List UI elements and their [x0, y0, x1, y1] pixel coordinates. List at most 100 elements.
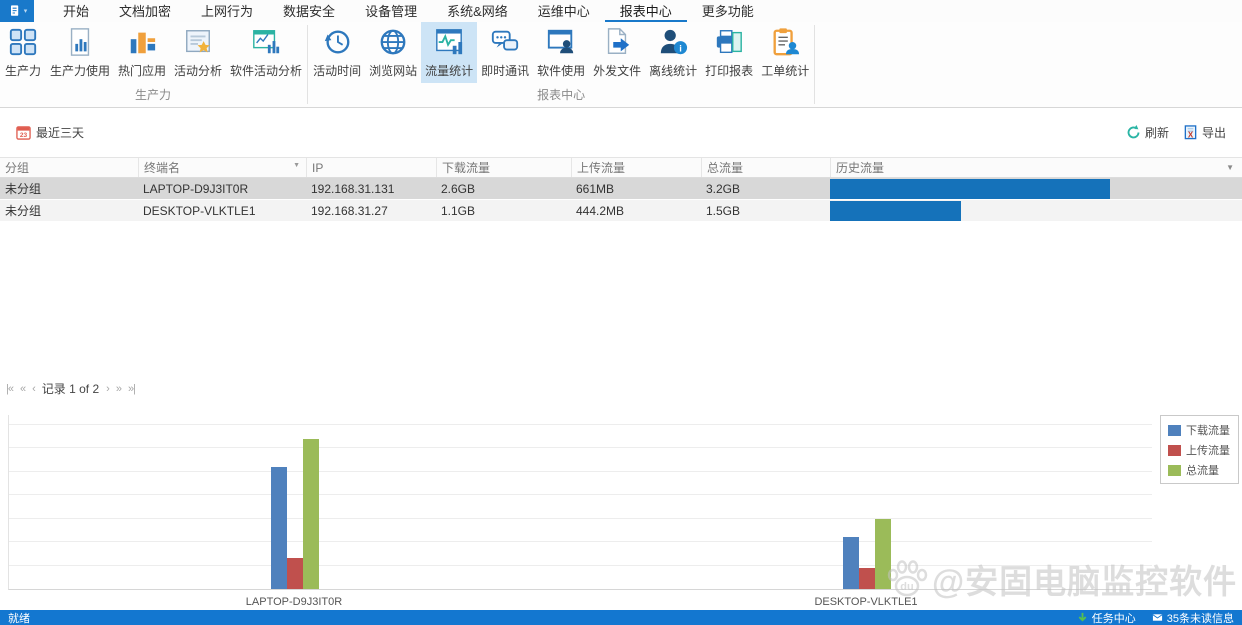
chart-gridline — [9, 517, 1152, 519]
chart-category-label: LAPTOP-D9J3IT0R — [245, 596, 343, 608]
menu-tab[interactable]: 系统&网络 — [432, 0, 523, 22]
column-header-label: 上传流量 — [577, 161, 626, 175]
table-row[interactable]: 未分组 LAPTOP-D9J3IT0R 192.168.31.131 2.6GB 661… — [0, 178, 1242, 199]
table-row[interactable]: 未分组 DESKTOP-VLKTLE1 192.168.31.27 1.1GB 444.… — [0, 200, 1242, 221]
ribbon-button-window-user[interactable]: 软件使用 — [533, 22, 589, 83]
column-header-1[interactable]: 分组 — [0, 158, 138, 177]
filter-icon[interactable]: ▼ — [293, 162, 300, 169]
ip-cell: 192.168.31.131 — [311, 181, 395, 196]
refresh-button[interactable]: 刷新 — [1126, 124, 1169, 141]
legend-label: 下载流量 — [1186, 425, 1230, 437]
pager-prev-button[interactable]: |« — [6, 383, 14, 395]
column-header-4[interactable]: 下载流量 — [436, 158, 571, 177]
unread-messages-button[interactable]: 35条未读信息 — [1152, 610, 1234, 625]
column-header-3[interactable]: IP — [306, 158, 436, 177]
column-header-7[interactable]: 历史流量 ▼ — [830, 158, 1242, 177]
menu-tab[interactable]: 文档加密 — [104, 0, 186, 22]
chart-gridline — [9, 423, 1152, 425]
filter-bar-right: 刷新 X 导出 — [1126, 124, 1226, 141]
terminal-cell: DESKTOP-VLKTLE1 — [143, 203, 256, 218]
download-cell: 1.1GB — [441, 203, 476, 218]
envelope-icon — [1152, 614, 1163, 621]
chart-gridline — [9, 470, 1152, 472]
svg-text:X: X — [1188, 130, 1194, 139]
ribbon-button-label: 流量统计 — [425, 64, 474, 78]
ribbon-group: 生产力 生产力使用 热门应用 活动分析 软件活动分析 生产力 — [0, 22, 306, 107]
group-cell: 未分组 — [5, 182, 42, 196]
table-body: 未分组 LAPTOP-D9J3IT0R 192.168.31.131 2.6GB 661… — [0, 178, 1242, 221]
pager: |« « ‹ 记录 1 of 2 › » »| — [6, 380, 136, 397]
download-arrow-icon — [1078, 612, 1087, 622]
menu-tab[interactable]: 数据安全 — [268, 0, 350, 22]
download-cell: 2.6GB — [441, 181, 476, 196]
ribbon: 生产力 生产力使用 热门应用 活动分析 软件活动分析 生产力 活动时间 浏览网站 流量统计 即时通… — [0, 22, 1242, 108]
history-traffic-bar — [830, 200, 961, 221]
ribbon-button-label: 即时通讯 — [481, 64, 530, 78]
ribbon-button-grid[interactable]: 生产力 — [0, 22, 46, 83]
pager-next-button[interactable]: » — [116, 383, 122, 395]
column-header-label: 历史流量 — [836, 161, 885, 175]
legend-swatch — [1168, 444, 1181, 456]
chart-gridline — [9, 564, 1152, 566]
menu-tab[interactable]: 更多功能 — [687, 0, 769, 22]
ribbon-button-label: 工单统计 — [761, 64, 810, 78]
export-label: 导出 — [1201, 125, 1226, 140]
chart-bar-上传流量 — [287, 558, 303, 589]
pager-prev-button[interactable]: « — [20, 383, 26, 395]
chart-bar-下载流量 — [271, 467, 287, 589]
pager-next-button[interactable]: › — [106, 383, 110, 395]
ribbon-button-doc-chart[interactable]: 生产力使用 — [46, 22, 114, 83]
column-header-label: 总流量 — [707, 161, 744, 175]
column-chooser-icon[interactable]: ▼ — [1226, 163, 1234, 172]
doc-chart-icon — [63, 24, 97, 60]
ribbon-button-user-info[interactable]: i 离线统计 — [645, 22, 701, 83]
ribbon-button-hot-bars[interactable]: 热门应用 — [114, 22, 170, 83]
menu-tab[interactable]: 开始 — [48, 0, 104, 22]
column-header-label: 终端名 — [144, 161, 181, 175]
unread-messages-label: 35条未读信息 — [1166, 612, 1234, 625]
legend-item: 上传流量 — [1168, 442, 1232, 458]
ribbon-button-history-clock[interactable]: 活动时间 — [309, 22, 365, 83]
column-header-6[interactable]: 总流量 — [701, 158, 830, 177]
application-window: ▾ 开始 文档加密 上网行为 数据安全 设备管理 系统&网络 运维中心 报表中心 更多功能 生产… — [0, 0, 1242, 625]
ribbon-button-clipboard-user[interactable]: 工单统计 — [757, 22, 813, 83]
legend-item: 总流量 — [1168, 462, 1232, 478]
history-cell — [830, 178, 1242, 199]
pager-next-button[interactable]: »| — [128, 383, 136, 395]
menu-tab[interactable]: 上网行为 — [186, 0, 268, 22]
chart-plot — [8, 415, 1152, 590]
chart-gridline — [9, 494, 1152, 496]
column-header-2[interactable]: 终端名 ▼ — [138, 158, 306, 177]
upload-cell: 661MB — [576, 181, 615, 196]
date-range-filter[interactable]: 23 最近三天 — [16, 124, 84, 141]
menu-tab[interactable]: 报表中心 — [604, 0, 687, 22]
task-center-label: 任务中心 — [1091, 612, 1136, 625]
upload-cell: 444.2MB — [576, 203, 625, 218]
ribbon-button-chat-bubbles[interactable]: 即时通讯 — [477, 22, 533, 83]
legend-item: 下载流量 — [1168, 422, 1232, 438]
ribbon-button-printer[interactable]: 打印报表 — [701, 22, 757, 83]
menu-bar: ▾ 开始 文档加密 上网行为 数据安全 设备管理 系统&网络 运维中心 报表中心 更多功能 — [0, 0, 1242, 22]
menu-tab[interactable]: 运维中心 — [523, 0, 605, 22]
ribbon-button-label: 离线统计 — [649, 64, 698, 78]
column-header-5[interactable]: 上传流量 — [571, 158, 701, 177]
ribbon-button-globe[interactable]: 浏览网站 — [365, 22, 421, 83]
hot-bars-icon — [125, 24, 159, 60]
chart-category-labels: LAPTOP-D9J3IT0R DESKTOP-VLKTLE1 — [8, 596, 1152, 610]
window-user-icon — [544, 24, 578, 60]
ribbon-button-row: 生产力 生产力使用 热门应用 活动分析 软件活动分析 — [0, 22, 306, 83]
ribbon-button-window-chart[interactable]: 软件活动分析 — [226, 22, 306, 83]
ribbon-button-doc-star[interactable]: 活动分析 — [170, 22, 226, 83]
export-button[interactable]: X 导出 — [1183, 124, 1226, 141]
ribbon-button-traffic-pulse[interactable]: 流量统计 — [421, 22, 478, 83]
ribbon-button-label: 软件活动分析 — [230, 64, 303, 78]
app-menu-button[interactable]: ▾ — [0, 0, 34, 22]
menu-tab[interactable]: 设备管理 — [350, 0, 432, 22]
pager-prev-button[interactable]: ‹ — [32, 383, 36, 395]
table-header: 分组 终端名 ▼ IP 下载流量 上传流量 总流量 历史流量 ▼ — [0, 157, 1242, 178]
task-center-button[interactable]: 任务中心 — [1077, 610, 1136, 625]
doc-arrow-icon — [600, 24, 634, 60]
traffic-pulse-icon — [432, 24, 466, 60]
column-header-label: 下载流量 — [442, 161, 491, 175]
ribbon-button-doc-arrow[interactable]: 外发文件 — [589, 22, 645, 83]
